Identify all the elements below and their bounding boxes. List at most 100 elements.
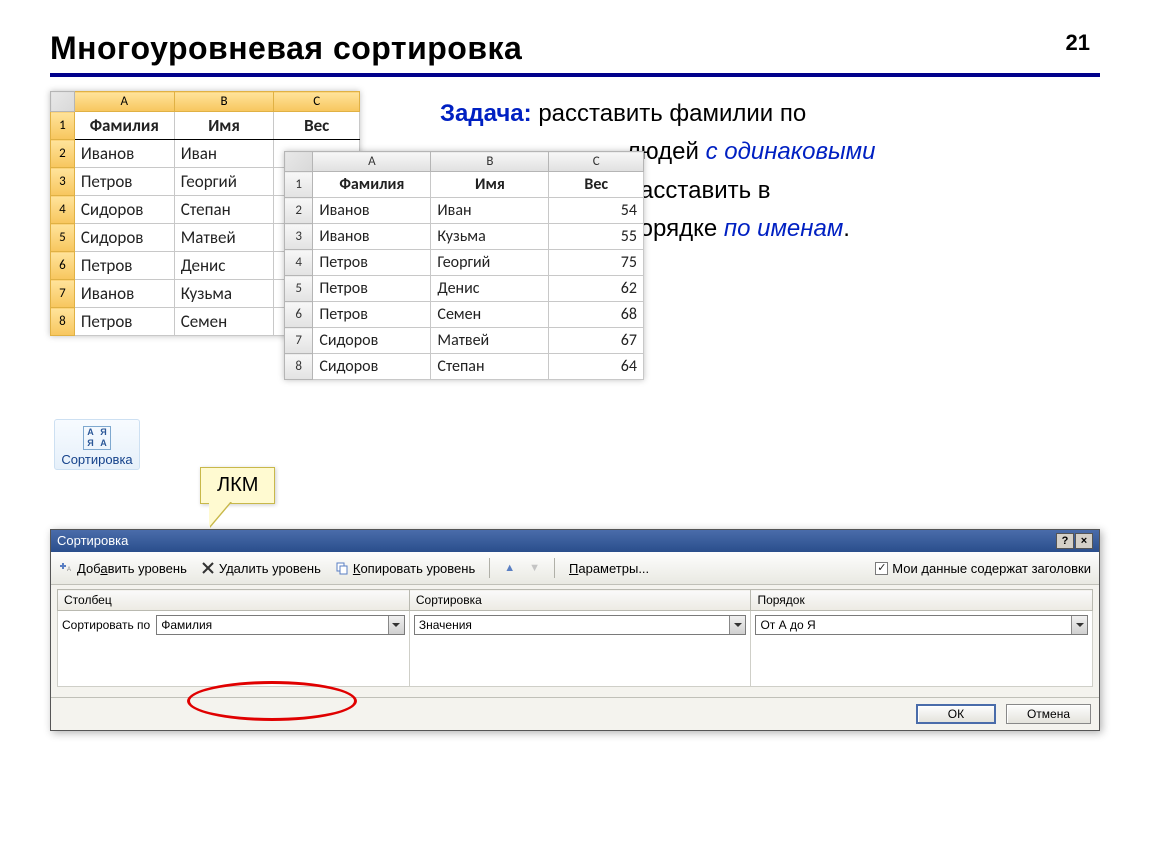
cell[interactable]: Вес bbox=[274, 112, 360, 140]
page-number: 21 bbox=[1066, 30, 1090, 56]
cell[interactable]: Степан bbox=[174, 196, 274, 224]
cell[interactable]: 64 bbox=[549, 354, 644, 380]
row-header[interactable]: 1 bbox=[51, 112, 75, 140]
task-line2b: с одинаковыми bbox=[706, 138, 876, 165]
order-combo[interactable]: От А до Я bbox=[755, 615, 1088, 635]
sort-ribbon-button[interactable]: АЯЯА Сортировка bbox=[54, 419, 140, 470]
chevron-down-icon bbox=[388, 616, 404, 634]
cell[interactable]: Петров bbox=[313, 276, 431, 302]
move-up-button[interactable]: ▲ bbox=[504, 562, 515, 574]
column-combo[interactable]: Фамилия bbox=[156, 615, 405, 635]
ok-button[interactable]: ОК bbox=[916, 704, 996, 724]
row-header[interactable]: 3 bbox=[51, 168, 75, 196]
row-header[interactable]: 4 bbox=[285, 250, 313, 276]
add-level-button[interactable]: А Добавить уровень bbox=[59, 561, 187, 576]
cell[interactable]: Матвей bbox=[431, 328, 549, 354]
cell[interactable]: Петров bbox=[74, 308, 174, 336]
row-header[interactable]: 2 bbox=[285, 198, 313, 224]
help-button[interactable]: ? bbox=[1056, 533, 1074, 549]
cell[interactable]: Георгий bbox=[431, 250, 549, 276]
cell[interactable]: Кузьма bbox=[174, 280, 274, 308]
col-header-c[interactable]: C bbox=[274, 92, 360, 112]
cell[interactable]: Имя bbox=[431, 172, 549, 198]
cell[interactable]: Денис bbox=[174, 252, 274, 280]
cell[interactable]: Иван bbox=[431, 198, 549, 224]
dialog-footer: ОК Отмена bbox=[51, 697, 1099, 730]
options-button[interactable]: Параметры... bbox=[569, 561, 649, 576]
cell[interactable]: Имя bbox=[174, 112, 274, 140]
dialog-toolbar: А Добавить уровень Удалить уровень Копир… bbox=[51, 552, 1099, 585]
cell[interactable]: 67 bbox=[549, 328, 644, 354]
col-header-b[interactable]: B bbox=[174, 92, 274, 112]
row-header[interactable]: 7 bbox=[285, 328, 313, 354]
grid-header-order[interactable]: Порядок bbox=[751, 590, 1093, 611]
col-header-c[interactable]: C bbox=[549, 152, 644, 172]
cell[interactable]: Сидоров bbox=[74, 196, 174, 224]
headers-checkbox[interactable]: ✓ Мои данные содержат заголовки bbox=[875, 561, 1091, 576]
close-button[interactable]: × bbox=[1075, 533, 1093, 549]
cell[interactable]: Иванов bbox=[74, 280, 174, 308]
cell[interactable]: Сидоров bbox=[313, 328, 431, 354]
cell[interactable]: 62 bbox=[549, 276, 644, 302]
row-header[interactable]: 8 bbox=[285, 354, 313, 380]
cell[interactable]: Сидоров bbox=[313, 354, 431, 380]
cell[interactable]: Петров bbox=[74, 252, 174, 280]
cell[interactable]: Петров bbox=[313, 250, 431, 276]
grid-header-sort[interactable]: Сортировка bbox=[409, 590, 751, 611]
cell[interactable]: Сидоров bbox=[74, 224, 174, 252]
grid-header-column[interactable]: Столбец bbox=[58, 590, 410, 611]
move-down-button[interactable]: ▼ bbox=[529, 562, 540, 574]
cell[interactable]: Георгий bbox=[174, 168, 274, 196]
cell[interactable]: Иван bbox=[174, 140, 274, 168]
row-header[interactable]: 4 bbox=[51, 196, 75, 224]
cell[interactable]: 68 bbox=[549, 302, 644, 328]
cell[interactable]: Степан bbox=[431, 354, 549, 380]
cell[interactable]: Иванов bbox=[74, 140, 174, 168]
cell[interactable]: Фамилия bbox=[74, 112, 174, 140]
cell[interactable]: 55 bbox=[549, 224, 644, 250]
cell[interactable]: Семен bbox=[431, 302, 549, 328]
select-all-corner[interactable] bbox=[51, 92, 75, 112]
cell[interactable]: Иванов bbox=[313, 198, 431, 224]
cell[interactable]: Вес bbox=[549, 172, 644, 198]
row-header[interactable]: 1 bbox=[285, 172, 313, 198]
col-header-a[interactable]: A bbox=[74, 92, 174, 112]
dialog-title: Сортировка bbox=[57, 533, 128, 549]
cell[interactable]: Петров bbox=[313, 302, 431, 328]
sorton-combo[interactable]: Значения bbox=[414, 615, 747, 635]
cell[interactable]: Денис bbox=[431, 276, 549, 302]
copy-level-button[interactable]: Копировать уровень bbox=[335, 561, 475, 576]
cell[interactable]: Матвей bbox=[174, 224, 274, 252]
col-header-b[interactable]: B bbox=[431, 152, 549, 172]
cell[interactable]: Кузьма bbox=[431, 224, 549, 250]
row-header[interactable]: 7 bbox=[51, 280, 75, 308]
row-header[interactable]: 8 bbox=[51, 308, 75, 336]
row-header[interactable]: 6 bbox=[51, 252, 75, 280]
delete-level-button[interactable]: Удалить уровень bbox=[201, 561, 321, 576]
col-header-a[interactable]: A bbox=[313, 152, 431, 172]
row-header[interactable]: 5 bbox=[51, 224, 75, 252]
dialog-titlebar[interactable]: Сортировка ? × bbox=[51, 530, 1099, 552]
cell[interactable]: 54 bbox=[549, 198, 644, 224]
cell[interactable]: Семен bbox=[174, 308, 274, 336]
row-header[interactable]: 6 bbox=[285, 302, 313, 328]
cancel-button[interactable]: Отмена bbox=[1006, 704, 1091, 724]
cell[interactable]: 75 bbox=[549, 250, 644, 276]
task-line4b: по именам bbox=[724, 215, 843, 242]
delete-level-label: Удалить уровень bbox=[219, 561, 321, 576]
delete-icon bbox=[201, 561, 215, 575]
cell[interactable]: Петров bbox=[74, 168, 174, 196]
cell[interactable]: Фамилия bbox=[313, 172, 431, 198]
cell[interactable]: Иванов bbox=[313, 224, 431, 250]
svg-text:А: А bbox=[67, 567, 71, 573]
result-table[interactable]: A B C 1 Фамилия Имя Вес 2ИвановИван54 3И… bbox=[284, 151, 644, 380]
row-header[interactable]: 2 bbox=[51, 140, 75, 168]
task-line4c: . bbox=[843, 215, 850, 242]
order-combo-value: От А до Я bbox=[760, 618, 815, 632]
select-all-corner[interactable] bbox=[285, 152, 313, 172]
row-header[interactable]: 3 bbox=[285, 224, 313, 250]
chevron-down-icon bbox=[1071, 616, 1087, 634]
sort-levels-grid: Столбец Сортировка Порядок Сортировать п… bbox=[57, 589, 1093, 687]
sort-by-label: Сортировать по bbox=[62, 615, 150, 632]
row-header[interactable]: 5 bbox=[285, 276, 313, 302]
